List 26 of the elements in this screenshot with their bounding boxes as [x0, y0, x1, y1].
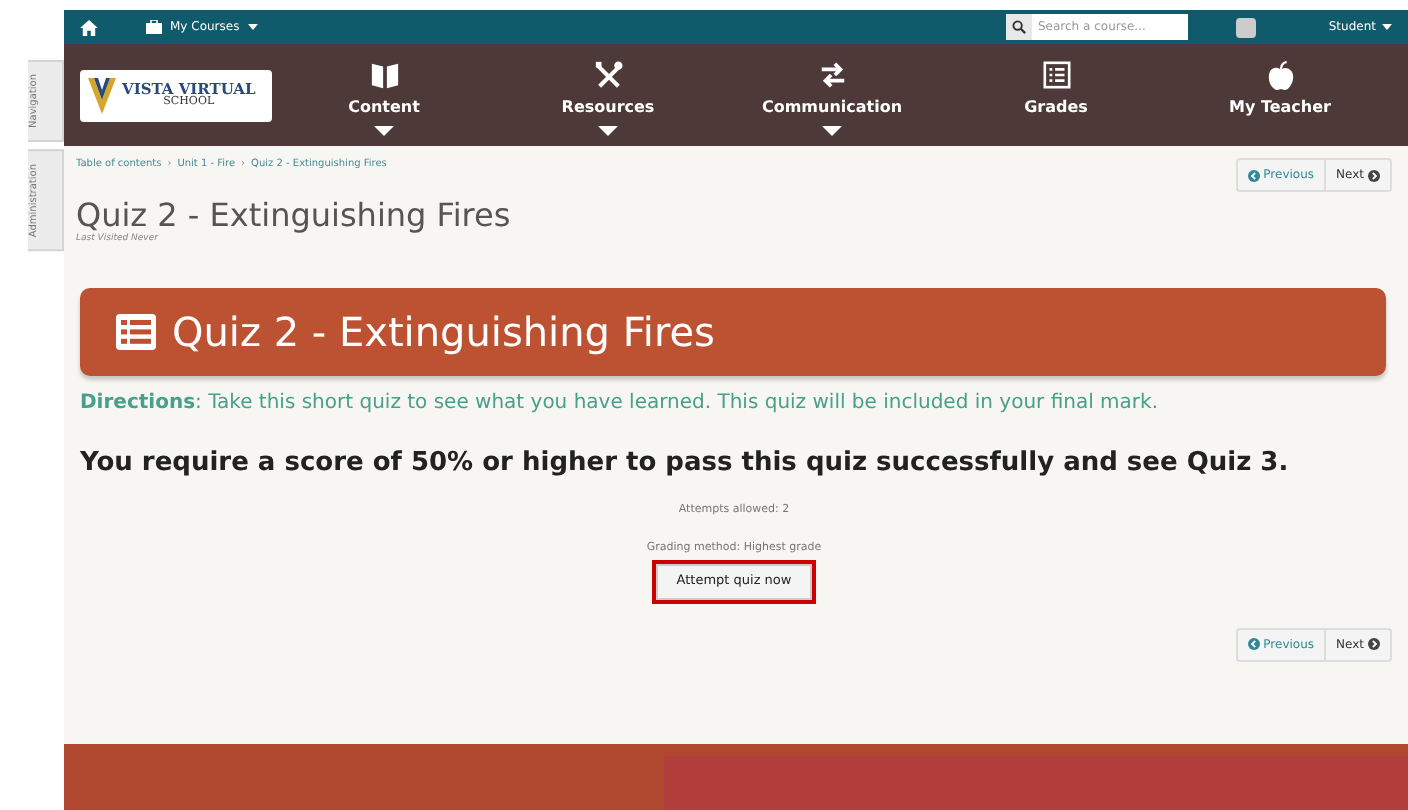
briefcase-icon — [146, 20, 162, 34]
v-logo-icon — [88, 77, 116, 113]
page-title: Quiz 2 - Extinguishing Fires — [76, 196, 513, 234]
caret-icon — [1382, 24, 1392, 30]
avatar — [1236, 17, 1256, 37]
nav-item[interactable]: Resources — [518, 51, 698, 139]
home-icon[interactable] — [80, 19, 98, 35]
left-circle-icon — [1247, 638, 1260, 651]
requirement-text: You require a score of 50% or higher to pass this quiz successfully and see Quiz 3. — [80, 445, 1291, 482]
nav-item[interactable]: My Teacher — [1190, 51, 1370, 139]
caret-icon — [247, 24, 258, 30]
nav-item[interactable]: Content — [294, 51, 474, 139]
banner-title: Quiz 2 - Extinguishing Fires — [172, 305, 715, 360]
book-icon — [369, 59, 399, 89]
nav-item[interactable]: Grades — [966, 51, 1146, 139]
right-circle-icon — [1368, 169, 1380, 181]
arrows-icon — [817, 59, 847, 89]
list-icon — [1041, 59, 1071, 89]
right-circle-icon — [1368, 638, 1380, 651]
apple-icon — [1265, 59, 1295, 89]
search-icon — [1012, 20, 1026, 34]
left-circle-icon — [1247, 169, 1260, 181]
tools-icon — [593, 59, 623, 89]
directions-text: Directions: Take this short quiz to see what you have learned. This quiz will be included in your final mark. — [80, 389, 1160, 418]
list-icon — [116, 313, 156, 350]
nav-item[interactable]: Communication — [742, 51, 922, 139]
